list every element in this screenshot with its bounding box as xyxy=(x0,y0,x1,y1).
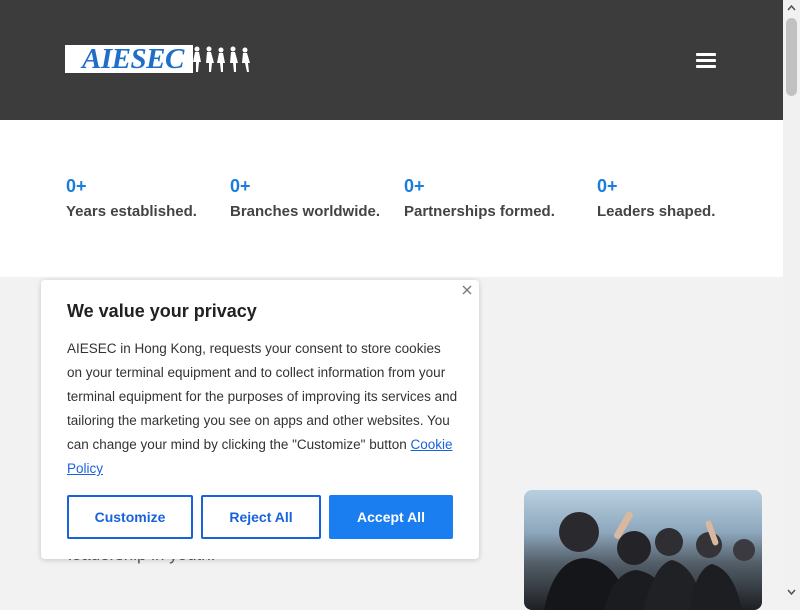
stat-label: Partnerships formed. xyxy=(404,203,555,220)
scroll-down-arrow-icon[interactable] xyxy=(783,583,800,600)
vertical-scrollbar[interactable] xyxy=(783,0,800,600)
accept-all-button[interactable]: Accept All xyxy=(329,495,453,539)
stat-value: 0+ xyxy=(597,176,618,196)
close-icon[interactable] xyxy=(460,283,474,297)
logo-text: AIESEC xyxy=(82,43,184,75)
customize-button[interactable]: Customize xyxy=(67,495,193,539)
walking-people-icon xyxy=(193,46,250,72)
stat-label: Years established. xyxy=(66,203,197,220)
aiesec-logo[interactable]: AIESEC xyxy=(65,43,255,75)
stat-leaders: 0+ Leaders shaped. xyxy=(597,175,715,220)
site-header: AIESEC xyxy=(0,0,783,120)
stat-branches: 0+ Branches worldwide. xyxy=(230,175,380,220)
scroll-up-arrow-icon[interactable] xyxy=(783,0,800,17)
menu-bar xyxy=(696,53,716,56)
stat-value: 0+ xyxy=(230,176,251,196)
stat-value: 0+ xyxy=(404,176,425,196)
reject-all-button[interactable]: Reject All xyxy=(201,495,321,539)
stat-label: Leaders shaped. xyxy=(597,203,716,220)
cookie-body-text: AIESEC in Hong Kong, requests your conse… xyxy=(67,341,458,452)
stat-partnerships: 0+ Partnerships formed. xyxy=(404,175,555,220)
hamburger-menu-icon[interactable] xyxy=(692,48,720,72)
stat-value: 0+ xyxy=(66,176,87,196)
menu-bar xyxy=(696,65,716,68)
menu-bar xyxy=(696,59,716,62)
photo-people-silhouettes xyxy=(544,511,755,610)
scrollbar-thumb[interactable] xyxy=(786,18,797,96)
cookie-description: AIESEC in Hong Kong, requests your conse… xyxy=(67,337,459,481)
cookie-consent-dialog: We value your privacy AIESEC in Hong Kon… xyxy=(41,280,479,559)
group-photo xyxy=(524,490,762,610)
cookie-title: We value your privacy xyxy=(67,301,257,321)
page: AIESEC 0+ Years established. 0+ Branches… xyxy=(0,0,783,610)
stats-section: 0+ Years established. 0+ Branches worldw… xyxy=(0,120,783,277)
stat-years: 0+ Years established. xyxy=(66,175,197,220)
stat-label: Branches worldwide. xyxy=(230,203,381,220)
